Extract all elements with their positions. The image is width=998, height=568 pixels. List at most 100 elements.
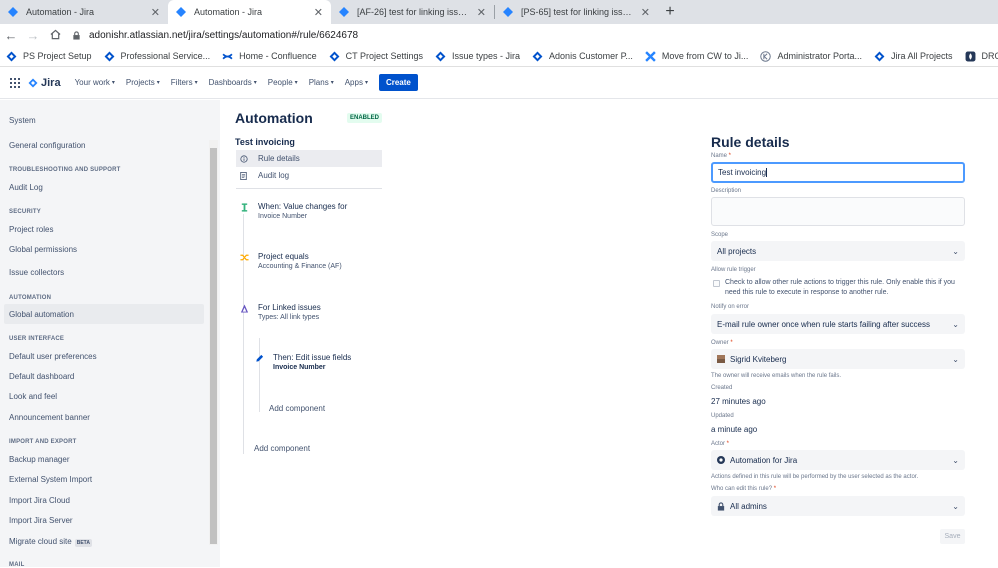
add-component-branch-link[interactable]: Add component: [269, 404, 325, 413]
jira-icon: [874, 51, 885, 62]
address-bar: ← → adonishr.atlassian.net/jira/settings…: [0, 24, 998, 46]
nav-dashboards[interactable]: Dashboards▾: [209, 78, 257, 87]
bookmark-item[interactable]: Jira All Projects: [868, 51, 959, 62]
bookmark-item[interactable]: PS Project Setup: [0, 51, 98, 62]
rule-nav-rule-details[interactable]: Rule details: [236, 150, 382, 167]
sidebar-item-external-system-import[interactable]: External System Import: [9, 475, 92, 484]
description-label: Description: [711, 188, 741, 194]
tab-label: Automation - Jira: [194, 7, 308, 17]
sidebar-item-backup-manager[interactable]: Backup manager: [9, 455, 69, 464]
sidebar-item-default-dashboard[interactable]: Default dashboard: [9, 372, 74, 381]
jira-icon: [532, 51, 543, 62]
bookmark-label: DROPS: [982, 51, 998, 61]
actor-value: Automation for Jira: [730, 456, 797, 465]
allow-trigger-description: Check to allow other rule actions to tri…: [725, 278, 965, 298]
component-trigger[interactable]: When: Value changes for Invoice Number: [240, 202, 347, 220]
x-icon: [645, 51, 656, 62]
sidebar-item-global-permissions[interactable]: Global permissions: [9, 245, 77, 254]
bookmark-item[interactable]: Professional Service...: [98, 51, 217, 62]
browser-tab-active[interactable]: Automation - Jira ✕: [168, 0, 331, 24]
home-icon[interactable]: [44, 28, 66, 43]
sidebar-item-default-user-preferences[interactable]: Default user preferences: [9, 352, 97, 361]
bookmark-label: Adonis Customer P...: [549, 51, 633, 61]
component-branch[interactable]: For Linked issues Types: All link types: [240, 303, 321, 321]
sidebar-item-system[interactable]: System: [9, 116, 36, 125]
browser-tab[interactable]: [AF-26] test for linking issues - Jir ✕: [331, 0, 494, 24]
close-icon[interactable]: ✕: [477, 6, 486, 19]
bookmark-label: Move from CW to Ji...: [662, 51, 749, 61]
sidebar-item-general-configuration[interactable]: General configuration: [9, 141, 86, 150]
close-icon[interactable]: ✕: [641, 6, 650, 19]
nav-apps[interactable]: Apps▾: [345, 78, 368, 87]
rule-nav-label: Audit log: [258, 171, 289, 180]
jira-icon: [329, 51, 340, 62]
allow-trigger-checkbox[interactable]: [713, 280, 720, 287]
back-arrow-icon[interactable]: ←: [0, 28, 22, 43]
created-value: 27 minutes ago: [711, 397, 766, 406]
rule-name-input[interactable]: Test invoicing: [711, 162, 965, 183]
add-component-link[interactable]: Add component: [254, 444, 310, 453]
save-button[interactable]: Save: [940, 529, 965, 544]
notify-select[interactable]: E-mail rule owner once when rule starts …: [711, 314, 965, 334]
sidebar-item-import-jira-server[interactable]: Import Jira Server: [9, 516, 73, 525]
sidebar-item-import-jira-cloud[interactable]: Import Jira Cloud: [9, 496, 70, 505]
sidebar-item-global-automation[interactable]: Global automation: [9, 310, 74, 319]
lock-icon: [717, 502, 725, 511]
new-tab-plus-icon[interactable]: +: [658, 0, 682, 24]
forward-arrow-icon[interactable]: →: [22, 28, 44, 43]
browser-tab[interactable]: Automation - Jira ✕: [0, 0, 168, 24]
notify-label: Notify on error: [711, 304, 749, 310]
jira-logo-text: Jira: [41, 77, 61, 89]
component-action[interactable]: Then: Edit issue fields Invoice Number: [255, 353, 351, 371]
component-title: Project equals: [258, 252, 342, 261]
bookmark-item[interactable]: CT Project Settings: [323, 51, 429, 62]
bookmark-item[interactable]: Home - Confluence: [216, 51, 323, 62]
close-icon[interactable]: ✕: [314, 6, 323, 19]
bookmark-item[interactable]: Issue types - Jira: [429, 51, 526, 62]
branch-people-icon: [240, 304, 249, 313]
rule-status-badge[interactable]: ENABLED: [347, 113, 382, 123]
rule-nav-audit-log[interactable]: Audit log: [236, 167, 382, 184]
sidebar-item-migrate-cloud-site[interactable]: Migrate cloud siteBETA: [9, 537, 92, 546]
chevron-down-icon: ⌄: [952, 247, 959, 256]
component-title: When: Value changes for: [258, 202, 347, 211]
nav-projects[interactable]: Projects▾: [126, 78, 160, 87]
bookmark-item[interactable]: DROPS: [959, 51, 998, 62]
sidebar-item-project-roles[interactable]: Project roles: [9, 225, 53, 234]
jira-top-nav: Jira Your work▾ Projects▾ Filters▾ Dashb…: [0, 67, 998, 99]
owner-select[interactable]: Sigrid Kviteberg ⌄: [711, 349, 965, 369]
description-textarea[interactable]: [711, 197, 965, 226]
jira-logo-icon: [28, 78, 38, 88]
nav-filters[interactable]: Filters▾: [171, 78, 198, 87]
rule-nav-divider: [236, 188, 382, 189]
app-switcher-icon[interactable]: [10, 78, 20, 88]
chevron-down-icon: ▾: [254, 79, 257, 86]
sidebar-item-audit-log[interactable]: Audit Log: [9, 183, 43, 192]
create-button[interactable]: Create: [379, 74, 418, 91]
sidebar-item-issue-collectors[interactable]: Issue collectors: [9, 268, 64, 277]
bookmark-item[interactable]: Adonis Customer P...: [526, 51, 639, 62]
edit-permission-select[interactable]: All admins ⌄: [711, 496, 965, 516]
nav-people[interactable]: People▾: [268, 78, 298, 87]
browser-tab[interactable]: [PS-65] test for linking issues - Jir ✕: [495, 0, 658, 24]
automation-avatar: [717, 456, 725, 464]
sidebar-item-look-and-feel[interactable]: Look and feel: [9, 392, 57, 401]
owner-value: Sigrid Kviteberg: [730, 355, 786, 364]
scope-select[interactable]: All projects ⌄: [711, 241, 965, 261]
bookmark-item[interactable]: Move from CW to Ji...: [639, 51, 755, 62]
chevron-down-icon: ⌄: [952, 320, 959, 329]
component-condition[interactable]: Project equals Accounting & Finance (AF): [240, 252, 342, 270]
url-field[interactable]: adonishr.atlassian.net/jira/settings/aut…: [72, 30, 358, 41]
close-icon[interactable]: ✕: [151, 6, 160, 19]
url-text: adonishr.atlassian.net/jira/settings/aut…: [89, 30, 358, 41]
nav-your-work[interactable]: Your work▾: [75, 78, 115, 87]
actor-select[interactable]: Automation for Jira ⌄: [711, 450, 965, 470]
sidebar-item-announcement-banner[interactable]: Announcement banner: [9, 413, 90, 422]
bookmark-item[interactable]: Administrator Porta...: [754, 51, 868, 62]
sidebar-section-automation: AUTOMATION: [9, 295, 51, 301]
sidebar-scrollbar-thumb[interactable]: [210, 148, 217, 544]
owner-label: Owner *: [711, 340, 733, 346]
nav-plans[interactable]: Plans▾: [309, 78, 334, 87]
info-icon: [240, 155, 249, 163]
jira-logo[interactable]: Jira: [28, 77, 61, 89]
